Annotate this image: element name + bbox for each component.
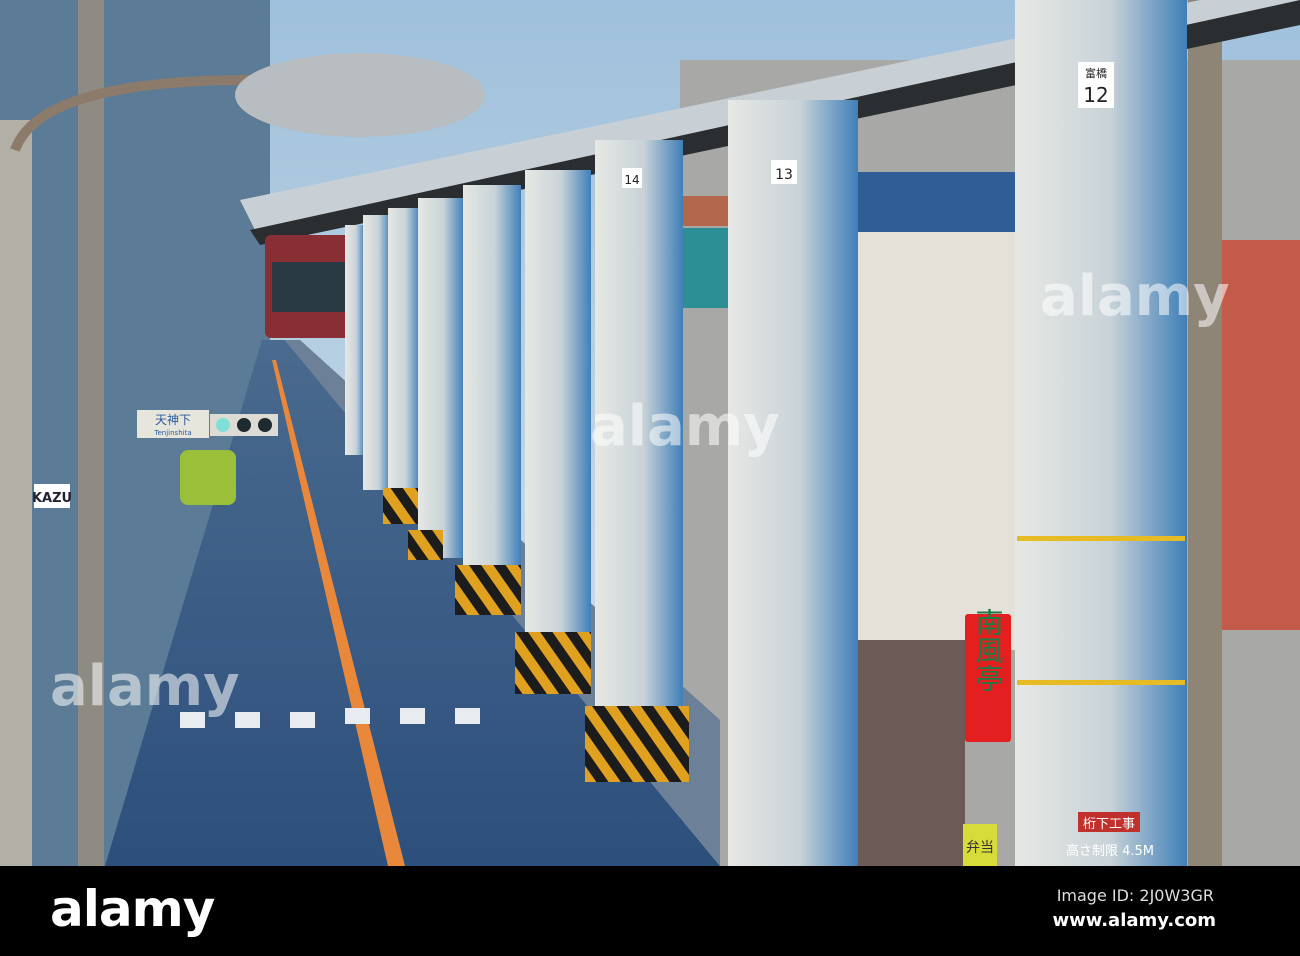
street-lamp [235, 53, 485, 137]
off-light [237, 418, 251, 432]
watermark: alamy [50, 654, 240, 719]
teal-wall [682, 228, 730, 308]
restaurant-sign-text: 南風亭 [972, 608, 1005, 692]
monorail-street-photo: 14 13 富橋 12 桁下工事 高さ制限 4.5M 天神下 Tenjinshi… [0, 0, 1300, 866]
pillar-number: 12 [1083, 83, 1108, 107]
pillar-13 [728, 100, 858, 866]
green-car [180, 450, 236, 505]
hazard-base [455, 565, 521, 615]
hazard-base [585, 706, 689, 782]
watermark: alamy [590, 394, 780, 459]
alamy-logo: alamy [50, 880, 215, 938]
wood-fence [855, 640, 965, 866]
pillar-number: 13 [775, 167, 793, 183]
website-link[interactable]: www.alamy.com [1052, 910, 1216, 931]
pillar-number: 14 [624, 173, 639, 187]
hazard-base [515, 632, 591, 694]
pillar-label: 富橋 [1085, 66, 1107, 80]
green-light [216, 418, 230, 432]
footer-bar: alamy Image ID: 2J0W3GR www.alamy.com [0, 866, 1300, 956]
white-house [858, 230, 1018, 650]
hazard-base [383, 488, 418, 524]
orange-roof [682, 196, 730, 226]
pillar-12 [1015, 0, 1187, 866]
shop-sign-text: KAZU [32, 491, 72, 506]
utility-pole [78, 0, 104, 866]
image-id: Image ID: 2J0W3GR [1056, 886, 1214, 905]
utility-pole-right [1188, 0, 1222, 866]
place-name-en: Tenjinshita [153, 429, 191, 437]
clearance-height: 高さ制限 4.5M [1066, 843, 1154, 859]
clearance-warning: 桁下工事 [1083, 817, 1135, 832]
yellow-stripe [1017, 680, 1185, 685]
watermark: alamy [1040, 264, 1230, 329]
street-lamp-pole [0, 120, 32, 866]
blue-roof [858, 172, 1018, 232]
place-name-jp: 天神下 [155, 413, 191, 427]
off-light [258, 418, 272, 432]
yellow-stripe [1017, 536, 1185, 541]
hazard-base [408, 530, 443, 560]
monorail-train-window [272, 262, 352, 312]
bento-sign-text: 弁当 [966, 840, 994, 856]
